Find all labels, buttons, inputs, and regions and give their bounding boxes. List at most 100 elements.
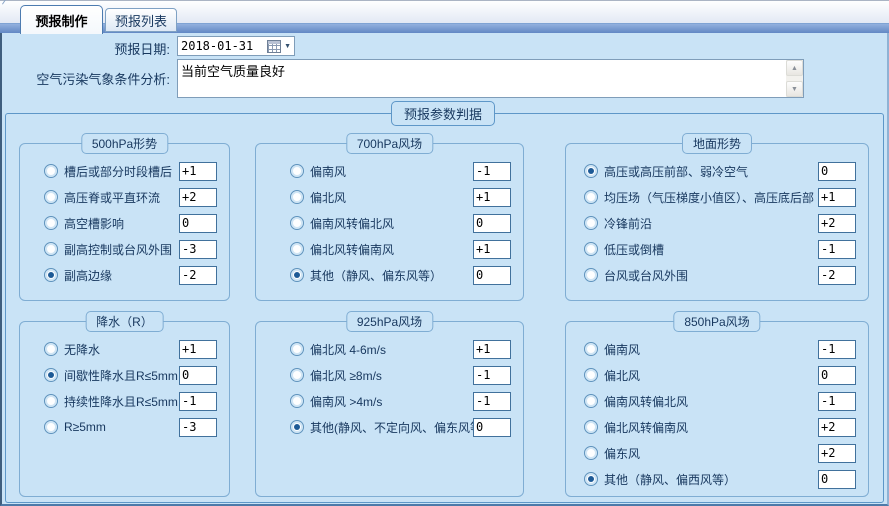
criteria-value-input[interactable] [179, 162, 217, 181]
radio-button[interactable] [44, 164, 58, 178]
criteria-row: 偏南风转偏北风 [256, 210, 523, 236]
radio-button[interactable] [290, 242, 304, 256]
criteria-value-input[interactable] [818, 162, 856, 181]
criteria-value-input[interactable] [179, 214, 217, 233]
radio-button-selected[interactable] [44, 368, 58, 382]
option-label: 其他(静风、不定向风、偏东风等) [310, 419, 473, 436]
group-title: 925hPa风场 [346, 311, 433, 332]
option-label: 冷锋前沿 [604, 215, 652, 232]
criteria-value-input[interactable] [473, 188, 511, 207]
option-label: 均压场（气压梯度小值区）、高压底后部 [604, 189, 814, 206]
option-label: 偏北风 [604, 367, 640, 384]
option-label: 槽后或部分时段槽后 [64, 163, 172, 180]
radio-button[interactable] [584, 342, 598, 356]
criteria-row: 偏北风 [256, 184, 523, 210]
criteria-value-input[interactable] [818, 266, 856, 285]
tab-forecast-list[interactable]: 预报列表 [105, 8, 177, 32]
tab-forecast-production[interactable]: 预报制作 [20, 5, 103, 34]
option-label: 偏南风 >4m/s [310, 393, 382, 410]
criteria-value-input[interactable] [179, 418, 217, 437]
criteria-value-input[interactable] [473, 240, 511, 259]
criteria-value-input[interactable] [473, 366, 511, 385]
option-label: 高压脊或平直环流 [64, 189, 160, 206]
radio-button[interactable] [584, 216, 598, 230]
option-label: 台风或台风外围 [604, 267, 688, 284]
criteria-value-input[interactable] [818, 444, 856, 463]
criteria-row: 偏北风转偏南风 [256, 236, 523, 262]
criteria-row: 偏南风 [566, 336, 868, 362]
criteria-row: 偏北风转偏南风 [566, 414, 868, 440]
criteria-value-input[interactable] [179, 392, 217, 411]
radio-button-selected[interactable] [290, 268, 304, 282]
option-label: 副高边缘 [64, 267, 112, 284]
criteria-row: 偏北风 [566, 362, 868, 388]
calendar-icon[interactable] [267, 40, 281, 53]
radio-button[interactable] [44, 190, 58, 204]
criteria-value-input[interactable] [473, 418, 511, 437]
criteria-value-input[interactable] [473, 340, 511, 359]
analysis-textarea[interactable]: 当前空气质量良好 [178, 60, 786, 97]
scroll-up-icon[interactable]: ▲ [786, 60, 803, 76]
criteria-value-input[interactable] [818, 366, 856, 385]
criteria-value-input[interactable] [473, 162, 511, 181]
group-500hpa-situation: 500hPa形势槽后或部分时段槽后高压脊或平直环流高空槽影响副高控制或台风外围副… [19, 143, 230, 301]
criteria-value-input[interactable] [179, 188, 217, 207]
criteria-value-input[interactable] [179, 366, 217, 385]
radio-button-selected[interactable] [290, 420, 304, 434]
group-surface-situation: 地面形势高压或高压前部、弱冷空气均压场（气压梯度小值区）、高压底后部冷锋前沿低压… [565, 143, 869, 301]
radio-button[interactable] [44, 394, 58, 408]
radio-button[interactable] [584, 268, 598, 282]
date-input[interactable] [178, 38, 267, 54]
analysis-scrollbar[interactable]: ▲ ▼ [786, 60, 803, 97]
radio-button-selected[interactable] [44, 268, 58, 282]
criteria-row: 高压或高压前部、弱冷空气 [566, 158, 868, 184]
radio-button[interactable] [290, 164, 304, 178]
radio-button[interactable] [584, 368, 598, 382]
option-label: 偏南风转偏北风 [310, 215, 394, 232]
criteria-value-input[interactable] [818, 392, 856, 411]
criteria-value-input[interactable] [818, 214, 856, 233]
tab-bar: 预报制作 预报列表 [0, 0, 889, 33]
group-rows: 偏南风偏北风偏南风转偏北风偏北风转偏南风其他（静风、偏东风等） [256, 158, 523, 288]
date-dropdown-arrow-icon[interactable]: ▼ [283, 43, 294, 50]
radio-button[interactable] [584, 242, 598, 256]
radio-button[interactable] [584, 446, 598, 460]
criteria-value-input[interactable] [179, 266, 217, 285]
scroll-down-icon[interactable]: ▼ [786, 81, 803, 97]
criteria-value-input[interactable] [818, 418, 856, 437]
radio-button-selected[interactable] [584, 164, 598, 178]
radio-button[interactable] [290, 342, 304, 356]
radio-button[interactable] [290, 216, 304, 230]
radio-button[interactable] [290, 190, 304, 204]
params-fieldset-title: 预报参数判据 [391, 101, 495, 126]
radio-button[interactable] [584, 394, 598, 408]
criteria-value-input[interactable] [473, 214, 511, 233]
criteria-value-input[interactable] [179, 240, 217, 259]
criteria-value-input[interactable] [818, 240, 856, 259]
criteria-row: 偏东风 [566, 440, 868, 466]
option-label: 偏东风 [604, 445, 640, 462]
radio-button-selected[interactable] [584, 472, 598, 486]
radio-button[interactable] [44, 242, 58, 256]
radio-button[interactable] [44, 342, 58, 356]
criteria-row: 副高控制或台风外围 [20, 236, 229, 262]
radio-button[interactable] [44, 216, 58, 230]
radio-button[interactable] [584, 420, 598, 434]
radio-button[interactable] [290, 394, 304, 408]
criteria-value-input[interactable] [818, 188, 856, 207]
radio-button[interactable] [44, 420, 58, 434]
date-picker[interactable]: ▼ [177, 36, 295, 56]
radio-button[interactable] [290, 368, 304, 382]
criteria-value-input[interactable] [473, 266, 511, 285]
criteria-value-input[interactable] [179, 340, 217, 359]
criteria-row: 槽后或部分时段槽后 [20, 158, 229, 184]
group-precipitation: 降水（R）无降水间歇性降水且R≤5mm持续性降水且R≤5mmR≥5mm [19, 321, 230, 497]
criteria-row: 持续性降水且R≤5mm [20, 388, 229, 414]
criteria-value-input[interactable] [473, 392, 511, 411]
criteria-value-input[interactable] [818, 470, 856, 489]
criteria-value-input[interactable] [818, 340, 856, 359]
option-label: 高压或高压前部、弱冷空气 [604, 163, 748, 180]
option-label: 低压或倒槽 [604, 241, 664, 258]
group-925hpa-wind: 925hPa风场偏北风 4-6m/s偏北风 ≥8m/s偏南风 >4m/s其他(静… [255, 321, 524, 497]
radio-button[interactable] [584, 190, 598, 204]
